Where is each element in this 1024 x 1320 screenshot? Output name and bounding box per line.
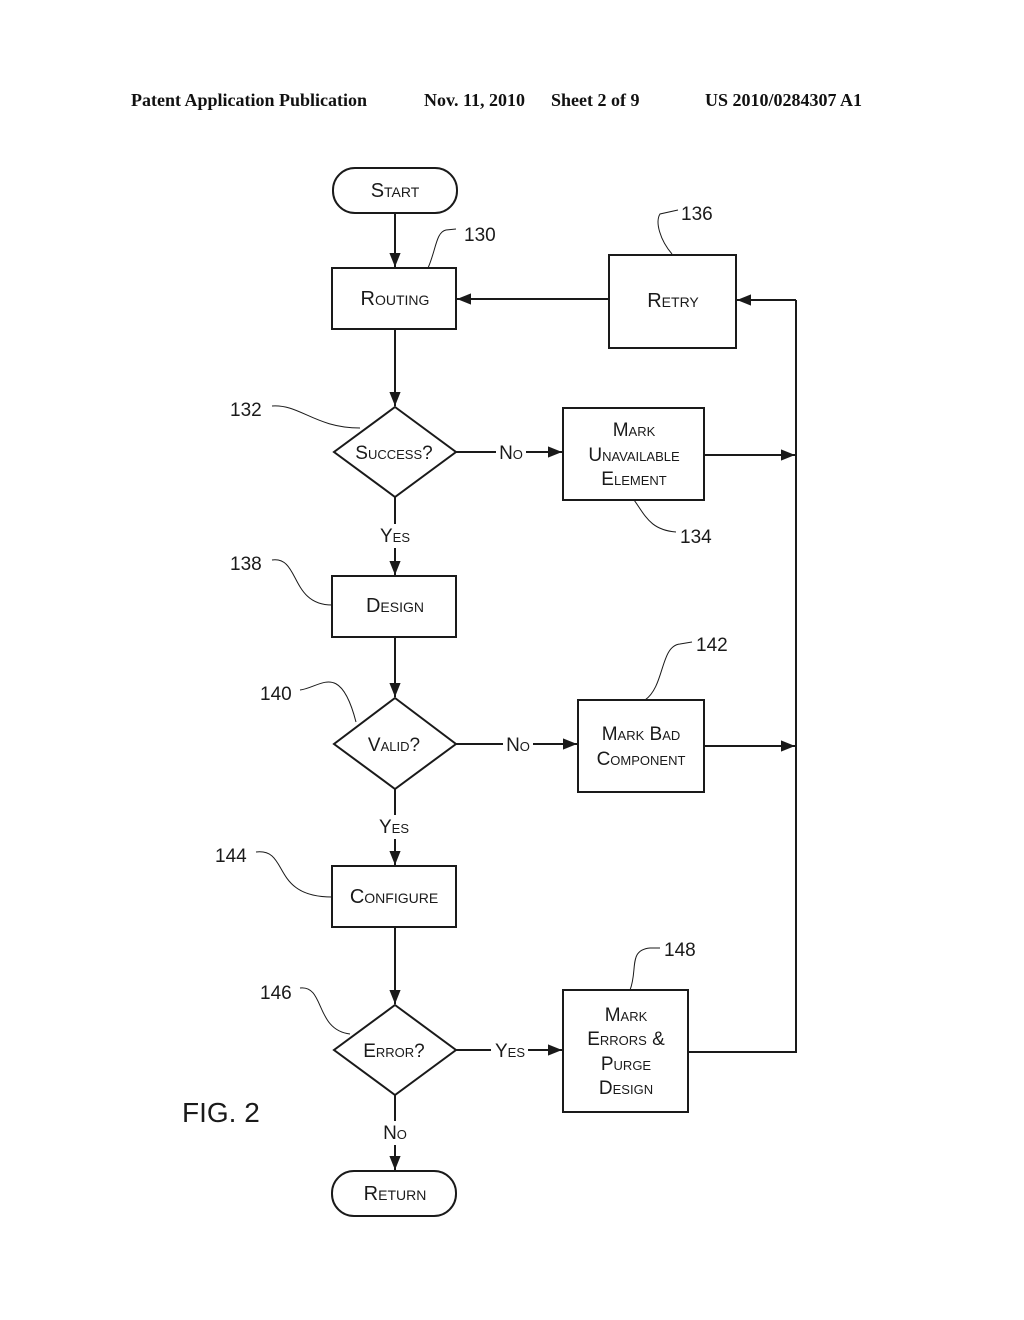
ref-146: 146 bbox=[260, 983, 292, 1004]
ref-134: 134 bbox=[680, 527, 712, 548]
retry-label: Retry bbox=[647, 290, 699, 312]
error-label: Error? bbox=[363, 1041, 425, 1062]
ref-148: 148 bbox=[664, 940, 696, 961]
mark-unavailable-line-2: Unavailable bbox=[588, 445, 680, 466]
edge-error-no: No bbox=[383, 1123, 407, 1144]
ref-136: 136 bbox=[681, 204, 713, 225]
mark-bad-line-2: Component bbox=[597, 749, 686, 770]
edge-valid-no: No bbox=[506, 735, 530, 756]
leader-130 bbox=[427, 228, 457, 269]
leader-132 bbox=[271, 405, 361, 429]
configure-label: Configure bbox=[350, 886, 438, 908]
mark-bad-box bbox=[577, 699, 705, 793]
success-label: Success? bbox=[355, 443, 432, 464]
design-label: Design bbox=[366, 595, 424, 617]
valid-label: Valid? bbox=[368, 735, 420, 756]
flowchart: Start Routing Retry Success? Mark Unavai… bbox=[182, 167, 797, 1217]
leader-144 bbox=[255, 851, 333, 898]
mark-unavailable-line-3: Element bbox=[601, 469, 666, 490]
edge-success-yes: Yes bbox=[380, 526, 410, 547]
routing-label: Routing bbox=[361, 288, 430, 310]
figure-label: FIG. 2 bbox=[182, 1097, 260, 1128]
edge-success-no: No bbox=[499, 443, 523, 464]
mark-errors-line-3: Purge bbox=[601, 1054, 652, 1075]
ref-132: 132 bbox=[230, 400, 262, 421]
edge-valid-yes: Yes bbox=[379, 817, 409, 838]
mark-bad-line-1: Mark Bad bbox=[602, 724, 681, 745]
leader-140 bbox=[299, 681, 357, 723]
mark-errors-line-1: Mark bbox=[605, 1005, 648, 1026]
mark-errors-line-4: Design bbox=[599, 1078, 653, 1099]
ref-144: 144 bbox=[215, 846, 247, 867]
leader-148 bbox=[629, 947, 660, 991]
mark-errors-line-2: Errors & bbox=[587, 1029, 665, 1050]
leader-134 bbox=[633, 499, 677, 533]
return-label: Return bbox=[364, 1183, 427, 1205]
start-label: Start bbox=[371, 180, 420, 202]
edge-error-yes: Yes bbox=[495, 1041, 525, 1062]
ref-140: 140 bbox=[260, 684, 292, 705]
leader-138 bbox=[271, 559, 333, 606]
mark-unavailable-line-1: Mark bbox=[613, 420, 656, 441]
leader-146 bbox=[299, 987, 351, 1035]
leader-142 bbox=[644, 641, 693, 701]
leader-136 bbox=[657, 209, 679, 255]
ref-138: 138 bbox=[230, 554, 262, 575]
ref-130: 130 bbox=[464, 225, 496, 246]
ref-142: 142 bbox=[696, 635, 728, 656]
